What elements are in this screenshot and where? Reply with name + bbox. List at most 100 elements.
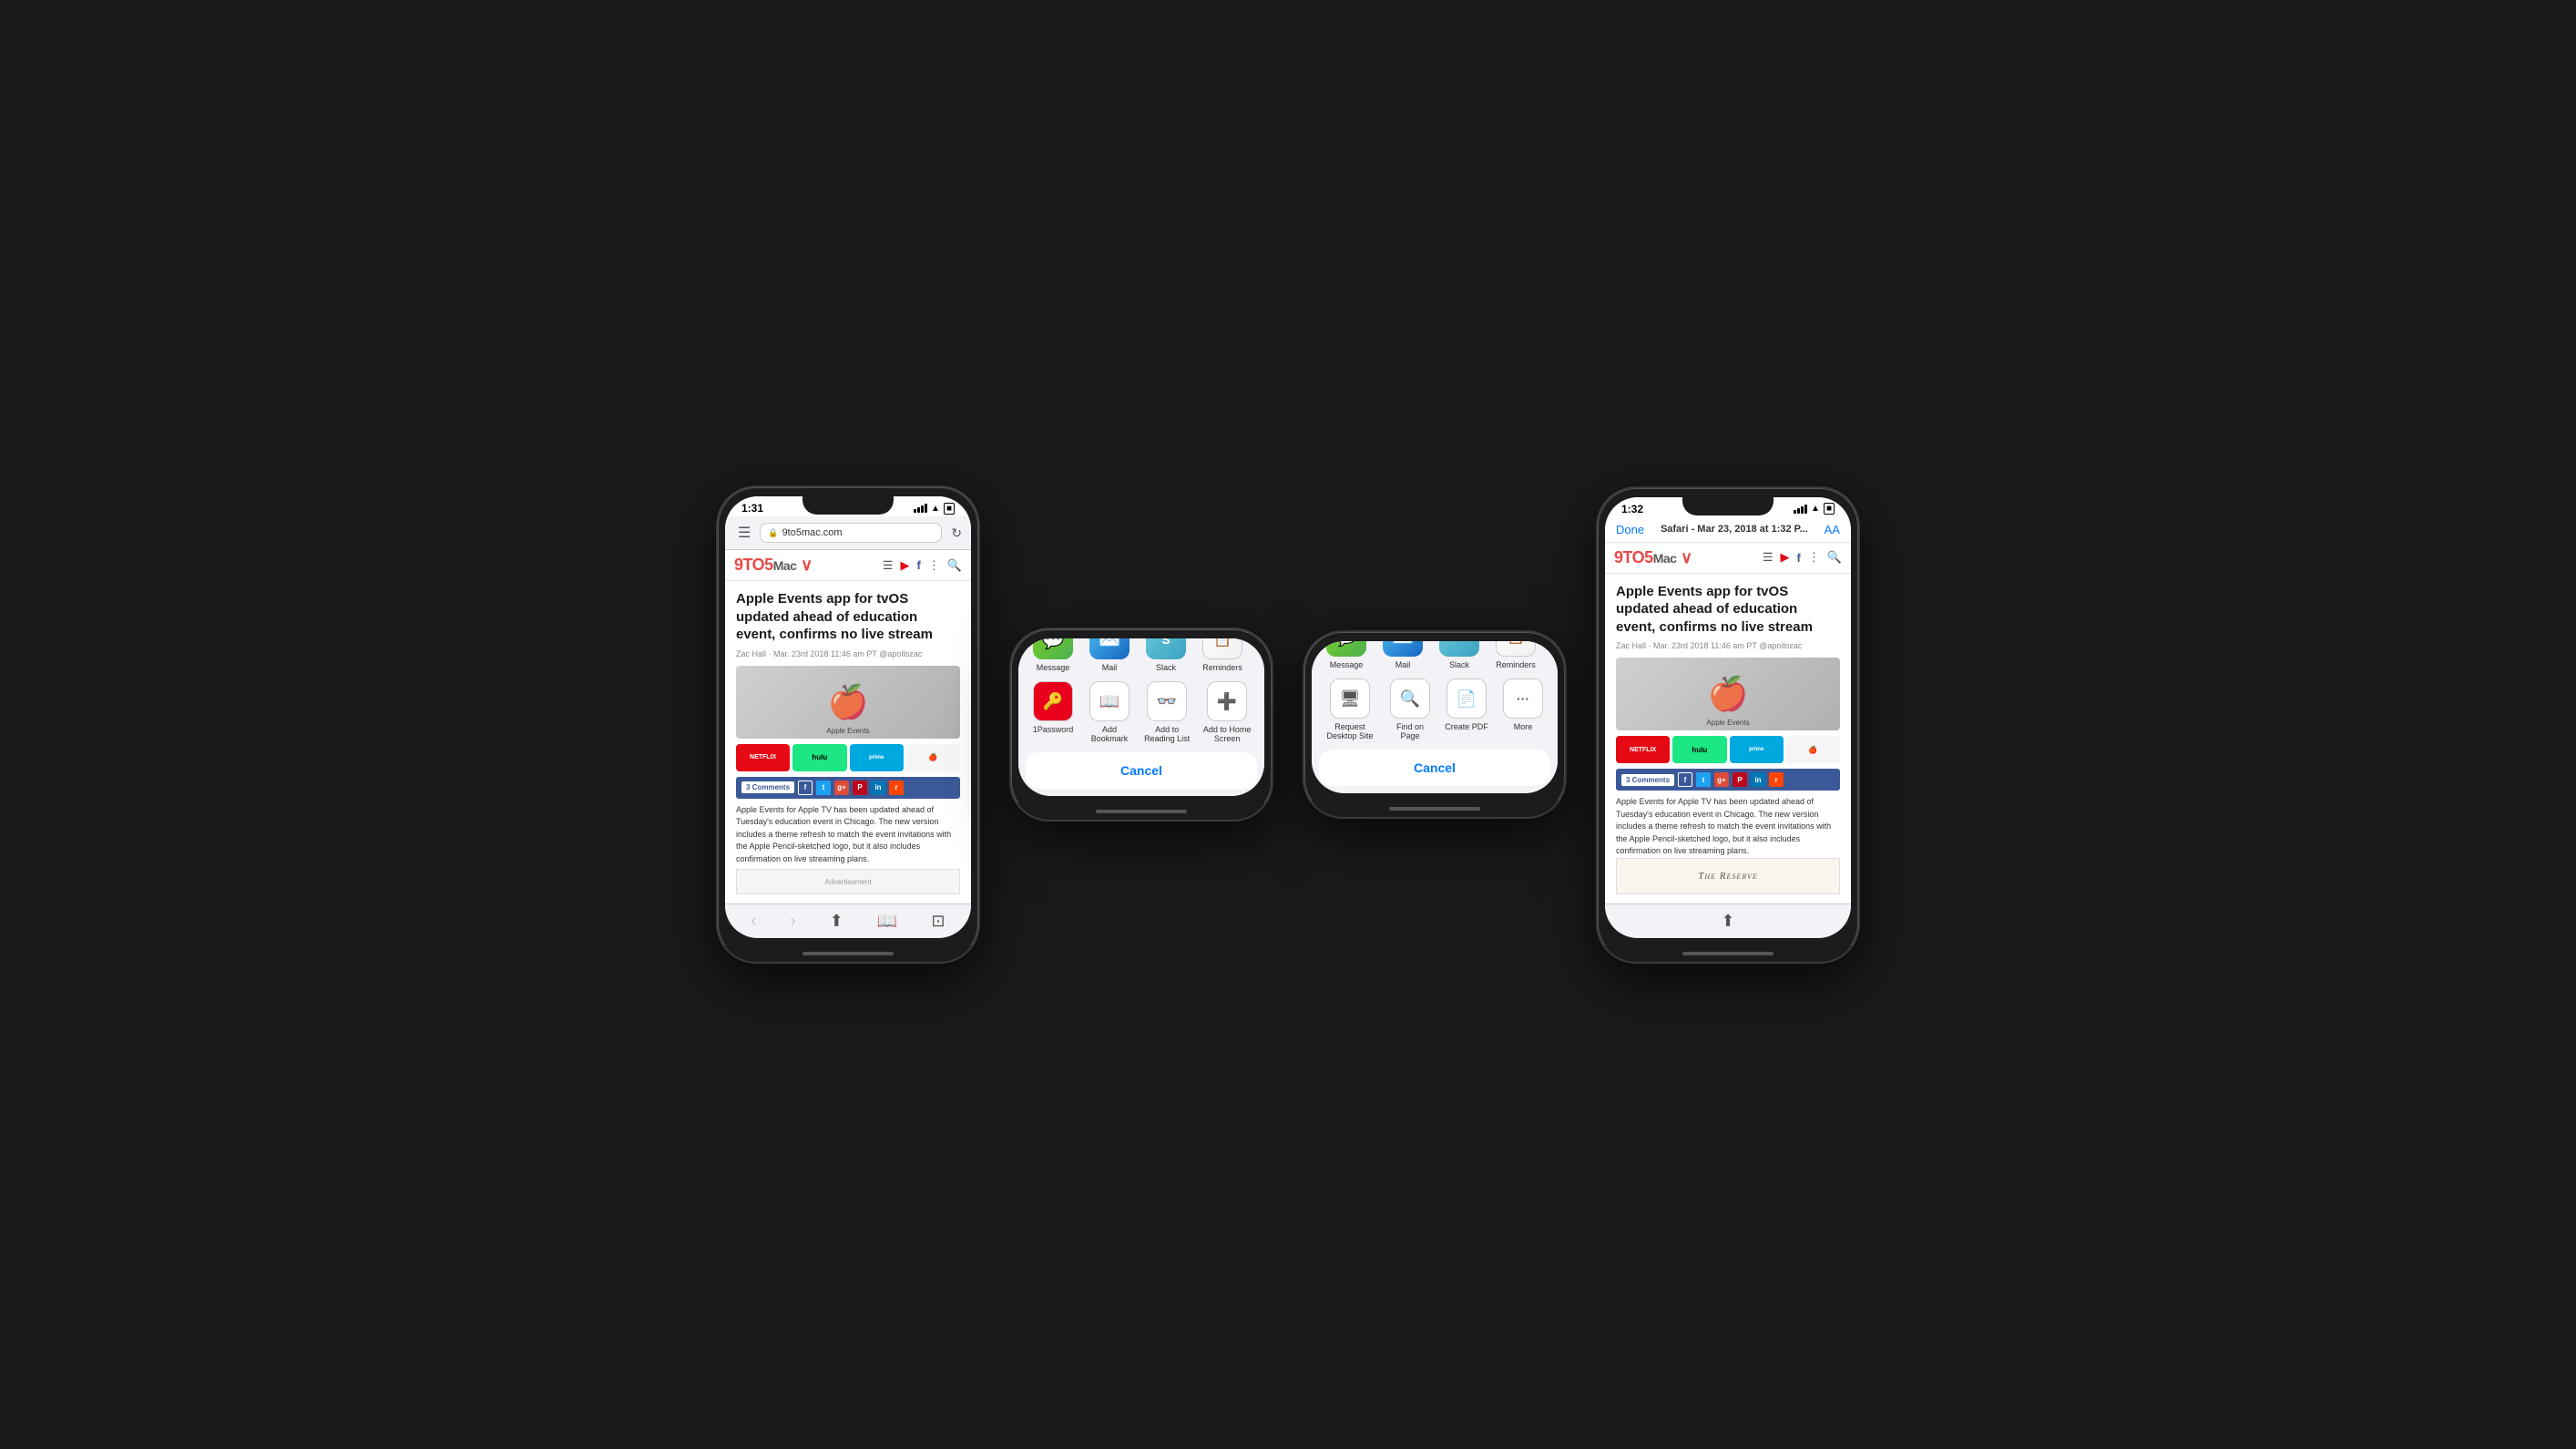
share-button-1[interactable]: ⬆ xyxy=(830,912,843,931)
tabs-button-1[interactable]: ⊡ xyxy=(931,912,945,931)
action-create-pdf-3[interactable]: 📄 Create PDF xyxy=(1443,679,1490,740)
nav-yt-icon-1[interactable]: ▶ xyxy=(900,558,909,573)
status-time-1: 1:31 xyxy=(741,502,763,515)
action-bookmark-2[interactable]: 📖 Add Bookmark xyxy=(1086,681,1133,743)
action-homescreen-2[interactable]: ➕ Add to Home Screen xyxy=(1201,681,1253,743)
site-logo-4: 9TO5Mac ∨ xyxy=(1614,548,1692,567)
app-more-chip-3[interactable]: ⋯ xyxy=(1549,641,1558,670)
share-sheet-2[interactable]: Tap to share with AirDrop 👨 Michael MacB… xyxy=(1018,638,1264,797)
nav-more-icon-1[interactable]: ⋮ xyxy=(928,558,940,573)
find-page-icon-3: 🔍 xyxy=(1390,679,1430,719)
phone-4: 1:32 ▲ ■ Done Safari - Mar 23, 2018 at 1… xyxy=(1596,486,1860,964)
slack-app-label-2: Slack xyxy=(1156,663,1176,672)
pi-icon-4[interactable]: P xyxy=(1733,772,1747,787)
scene: 1:31 ▲ ■ ☰ 🔒 9to5mac.com xyxy=(680,449,1896,1000)
slack-app-icon-3: S xyxy=(1439,641,1479,658)
app-more-chip-2[interactable]: ⋯ Ad... xyxy=(1255,638,1264,673)
reminders-app-icon-3: 📋 xyxy=(1496,641,1536,658)
phone-1-screen: 1:31 ▲ ■ ☰ 🔒 9to5mac.com xyxy=(725,496,971,938)
app-mail-2[interactable]: ✉️ Mail xyxy=(1086,638,1133,673)
reading-label-2: Add to Reading List xyxy=(1142,725,1191,743)
rd-icon-4[interactable]: r xyxy=(1769,772,1784,787)
phone-4-screen: 1:32 ▲ ■ Done Safari - Mar 23, 2018 at 1… xyxy=(1605,497,1851,938)
apple-logo-1: 🍎 xyxy=(828,683,869,721)
app-slack-3[interactable]: S Slack xyxy=(1436,641,1483,670)
app-reminders-3[interactable]: 📋 Reminders xyxy=(1492,641,1539,670)
signal-bars-4 xyxy=(1794,505,1807,514)
fb-icon-1[interactable]: f xyxy=(798,781,813,795)
app-reminders-2[interactable]: 📋 Reminders xyxy=(1199,638,1246,673)
back-button-1[interactable]: ‹ xyxy=(751,912,757,931)
site-logo-1: 9TO5Mac ∨ xyxy=(734,556,813,575)
app-message-2[interactable]: 💬 Message xyxy=(1029,638,1077,673)
action-more-3[interactable]: ··· More xyxy=(1499,679,1547,740)
more-action-label-3: More xyxy=(1514,722,1533,731)
share-actions-row-2: 🔑 1Password 📖 Add Bookmark 👓 Add to Read… xyxy=(1018,681,1264,752)
nav-list-icon-4[interactable]: ☰ xyxy=(1763,550,1774,565)
article-content-4: Apple Events app for tvOS updated ahead … xyxy=(1605,574,1851,903)
reader-title-4: Safari - Mar 23, 2018 at 1:32 P... xyxy=(1661,524,1808,535)
more-app-icon-3: ⋯ xyxy=(1552,641,1558,658)
thumb-prime-4: prime xyxy=(1730,736,1784,763)
request-desktop-icon-3: 🖥 xyxy=(1330,679,1370,719)
find-page-label-3: Find on Page xyxy=(1386,722,1434,740)
article-content-1: Apple Events app for tvOS updated ahead … xyxy=(725,581,971,903)
nav-list-icon-1[interactable]: ☰ xyxy=(883,558,894,573)
rd-icon-1[interactable]: r xyxy=(889,781,904,795)
home-indicator-3 xyxy=(1389,807,1480,811)
li-icon-1[interactable]: in xyxy=(871,781,885,795)
action-1password-2[interactable]: 🔑 1Password xyxy=(1029,681,1077,743)
nav-fb-icon-4[interactable]: f xyxy=(1796,551,1800,565)
action-reading-2[interactable]: 👓 Add to Reading List xyxy=(1142,681,1191,743)
gp-icon-4[interactable]: g+ xyxy=(1714,772,1729,787)
slack-app-label-3: Slack xyxy=(1449,660,1469,669)
more-app-icon-2: ⋯ xyxy=(1259,638,1264,660)
thumb-prime-1: prime xyxy=(850,744,904,771)
phone-2-screen: 1:32 ▲ ■ ☰ 🔒 9to5mac.com xyxy=(1018,638,1264,797)
url-bar-1[interactable]: 🔒 9to5mac.com xyxy=(760,523,942,543)
share-sheet-3[interactable]: Tap to share with AirDrop 👨 Michael MacB… xyxy=(1312,641,1558,794)
article-body-1: Apple Events for Apple TV has been updat… xyxy=(736,804,960,866)
social-bar-4: 3 Comments f t g+ P in r xyxy=(1616,769,1840,791)
reader-done-button-4[interactable]: Done xyxy=(1616,523,1644,536)
fb-icon-4[interactable]: f xyxy=(1678,772,1692,787)
article-title-4: Apple Events app for tvOS updated ahead … xyxy=(1616,583,1840,637)
app-mail-3[interactable]: ✉️ Mail xyxy=(1379,641,1426,670)
article-meta-1: Zac Hall · Mar. 23rd 2018 11:46 am PT @a… xyxy=(736,649,960,658)
reader-aa-button-4[interactable]: AA xyxy=(1825,523,1840,536)
phone-3-screen: 1:32 ▲ ■ ☰ 🔒 9to5mac.com xyxy=(1312,641,1558,794)
nav-fb-icon-1[interactable]: f xyxy=(916,558,920,572)
thumb-apple-1: 🍎 xyxy=(906,744,960,771)
pi-icon-1[interactable]: P xyxy=(853,781,867,795)
nav-search-icon-4[interactable]: 🔍 xyxy=(1827,550,1842,565)
app-message-3[interactable]: 💬 Message xyxy=(1323,641,1370,670)
wifi-icon-1: ▲ xyxy=(931,504,940,514)
cancel-button-2[interactable]: Cancel xyxy=(1026,752,1257,789)
status-bar-1: 1:31 ▲ ■ xyxy=(725,496,971,516)
nav-yt-icon-4[interactable]: ▶ xyxy=(1780,550,1789,565)
comment-badge-1[interactable]: 3 Comments xyxy=(741,781,794,793)
reload-button-1[interactable]: ↻ xyxy=(951,526,962,541)
gp-icon-1[interactable]: g+ xyxy=(834,781,849,795)
battery-icon-1: ■ xyxy=(944,503,955,515)
thumb-strip-1: NETFLIX hulu prime 🍎 xyxy=(736,744,960,771)
tw-icon-1[interactable]: t xyxy=(816,781,831,795)
action-find-page-3[interactable]: 🔍 Find on Page xyxy=(1386,679,1434,740)
reader-header-4: Done Safari - Mar 23, 2018 at 1:32 P... … xyxy=(1605,517,1851,543)
create-pdf-label-3: Create PDF xyxy=(1445,722,1488,731)
action-request-desktop-3[interactable]: 🖥 Request Desktop Site xyxy=(1323,679,1377,740)
tw-icon-4[interactable]: t xyxy=(1696,772,1711,787)
li-icon-4[interactable]: in xyxy=(1751,772,1765,787)
bookmarks-button-1[interactable]: 📖 xyxy=(877,912,897,931)
nav-more-icon-4[interactable]: ⋮ xyxy=(1808,550,1820,565)
cancel-button-3[interactable]: Cancel xyxy=(1319,750,1550,786)
share-icon-4[interactable]: ⬆ xyxy=(1721,912,1734,931)
forward-button-1[interactable]: › xyxy=(791,912,796,931)
menu-button-1[interactable]: ☰ xyxy=(734,522,754,544)
homescreen-label-2: Add to Home Screen xyxy=(1201,725,1253,743)
nav-search-icon-1[interactable]: 🔍 xyxy=(947,558,962,573)
comment-badge-4[interactable]: 3 Comments xyxy=(1621,774,1674,786)
app-slack-2[interactable]: S Slack xyxy=(1142,638,1190,673)
site-header-4: 9TO5Mac ∨ ☰ ▶ f ⋮ 🔍 xyxy=(1605,543,1851,574)
image-caption-4: Apple Events xyxy=(1706,719,1749,727)
